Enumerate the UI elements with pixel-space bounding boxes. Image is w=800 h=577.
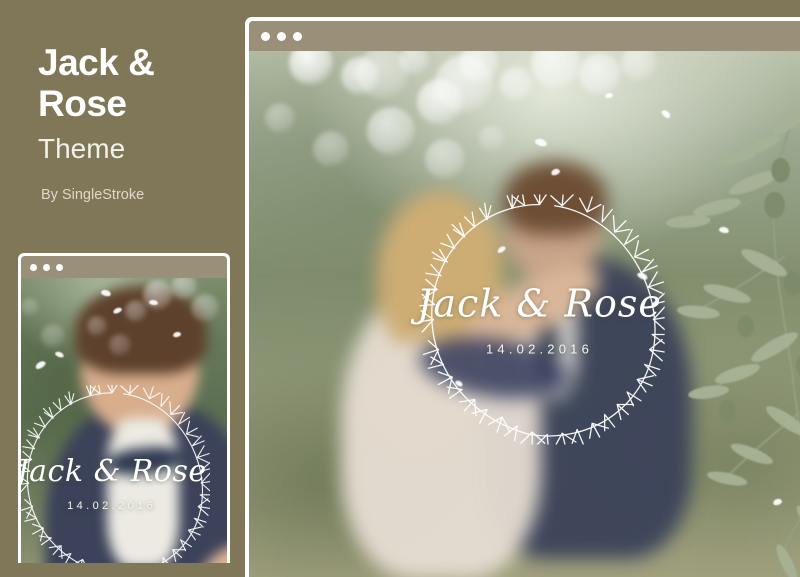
mobile-preview-window[interactable]: Jack & Rose 14.02.2016: [18, 253, 230, 563]
desktop-preview-viewport[interactable]: Jack & Rose 14.02.2016: [249, 51, 800, 577]
page-subtitle: Theme: [38, 133, 126, 164]
desktop-preview-window[interactable]: Jack & Rose 14.02.2016: [245, 17, 800, 577]
desktop-window-titlebar: [249, 21, 800, 51]
wedding-photo-desktop: Jack & Rose 14.02.2016: [249, 51, 800, 577]
window-dot-icon-1[interactable]: [30, 263, 37, 271]
mobile-preview-viewport[interactable]: Jack & Rose 14.02.2016: [21, 278, 227, 563]
mobile-window-titlebar: [21, 256, 227, 278]
theme-author: By SingleStroke: [41, 187, 145, 203]
olive-branch: [665, 102, 800, 577]
window-dot-icon-1[interactable]: [261, 31, 270, 41]
window-dot-icon-2[interactable]: [277, 31, 286, 41]
window-dot-icon-2[interactable]: [43, 263, 50, 271]
bokeh-lights: [21, 278, 227, 563]
wedding-photo-mobile: Jack & Rose 14.02.2016: [21, 278, 227, 563]
window-dot-icon-3[interactable]: [293, 31, 302, 41]
page-title: Jack & Rose: [38, 42, 155, 124]
window-dot-icon-3[interactable]: [56, 263, 63, 271]
